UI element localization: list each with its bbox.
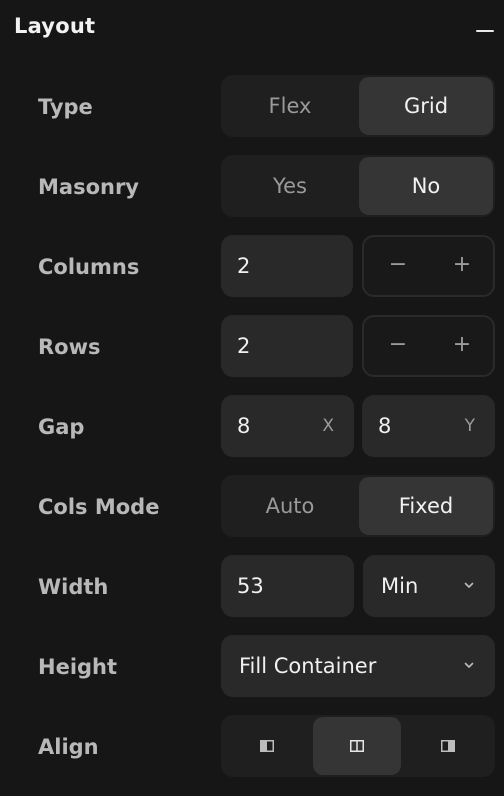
columns-stepper: − + <box>362 235 495 297</box>
rows-decrement-button[interactable]: − <box>366 317 430 375</box>
align-label: Align <box>38 735 99 759</box>
type-option-flex[interactable]: Flex <box>223 77 357 135</box>
gap-y-suffix: Y <box>464 416 475 436</box>
type-label: Type <box>38 95 93 119</box>
columns-label: Columns <box>38 255 140 279</box>
height-value: Fill Container <box>239 654 377 678</box>
align-right-button[interactable] <box>403 717 493 775</box>
height-select[interactable]: Fill Container <box>221 635 495 697</box>
cols-mode-row: Cols Mode Auto Fixed <box>0 475 504 539</box>
chevron-down-icon <box>464 582 474 588</box>
cols-mode-label: Cols Mode <box>38 495 160 519</box>
gap-label: Gap <box>38 415 85 439</box>
align-left-icon <box>260 740 274 752</box>
width-row: Width 53 Min <box>0 555 504 619</box>
align-right-icon <box>441 740 455 752</box>
cols-mode-option-auto[interactable]: Auto <box>223 477 357 535</box>
columns-input[interactable]: 2 <box>221 235 353 297</box>
columns-value: 2 <box>237 254 251 278</box>
width-value: 53 <box>237 574 264 598</box>
width-label: Width <box>38 575 109 599</box>
masonry-option-no[interactable]: No <box>359 157 493 215</box>
minus-icon[interactable] <box>476 30 494 32</box>
type-option-grid[interactable]: Grid <box>359 77 493 135</box>
cols-mode-option-fixed[interactable]: Fixed <box>359 477 493 535</box>
masonry-segmented-control: Yes No <box>221 155 495 217</box>
align-segmented-control <box>221 715 495 777</box>
panel-title: Layout <box>14 14 96 38</box>
rows-stepper: − + <box>362 315 495 377</box>
type-segmented-control: Flex Grid <box>221 75 495 137</box>
masonry-row: Masonry Yes No <box>0 155 504 219</box>
height-label: Height <box>38 655 118 679</box>
align-center-button[interactable] <box>313 717 401 775</box>
rows-value: 2 <box>237 334 251 358</box>
masonry-label: Masonry <box>38 175 139 199</box>
masonry-option-yes[interactable]: Yes <box>223 157 357 215</box>
rows-input[interactable]: 2 <box>221 315 353 377</box>
height-row: Height Fill Container <box>0 635 504 699</box>
columns-increment-button[interactable]: + <box>430 237 494 295</box>
width-mode-value: Min <box>381 574 419 598</box>
columns-decrement-button[interactable]: − <box>366 237 430 295</box>
rows-increment-button[interactable]: + <box>430 317 494 375</box>
chevron-down-icon <box>464 662 474 668</box>
gap-row: Gap 8 X 8 Y <box>0 395 504 459</box>
gap-y-value: 8 <box>378 414 392 438</box>
align-center-icon <box>350 740 364 752</box>
gap-x-suffix: X <box>322 416 334 436</box>
type-row: Type Flex Grid <box>0 75 504 139</box>
align-left-button[interactable] <box>223 717 311 775</box>
rows-label: Rows <box>38 335 101 359</box>
width-input[interactable]: 53 <box>221 555 354 617</box>
gap-x-value: 8 <box>237 414 251 438</box>
columns-row: Columns 2 − + <box>0 235 504 299</box>
cols-mode-segmented-control: Auto Fixed <box>221 475 495 537</box>
width-mode-select[interactable]: Min <box>363 555 495 617</box>
gap-y-input[interactable]: 8 Y <box>362 395 495 457</box>
rows-row: Rows 2 − + <box>0 315 504 379</box>
layout-panel: Layout Type Flex Grid Masonry Yes No Col… <box>0 0 504 796</box>
gap-x-input[interactable]: 8 X <box>221 395 354 457</box>
align-row: Align <box>0 715 504 779</box>
